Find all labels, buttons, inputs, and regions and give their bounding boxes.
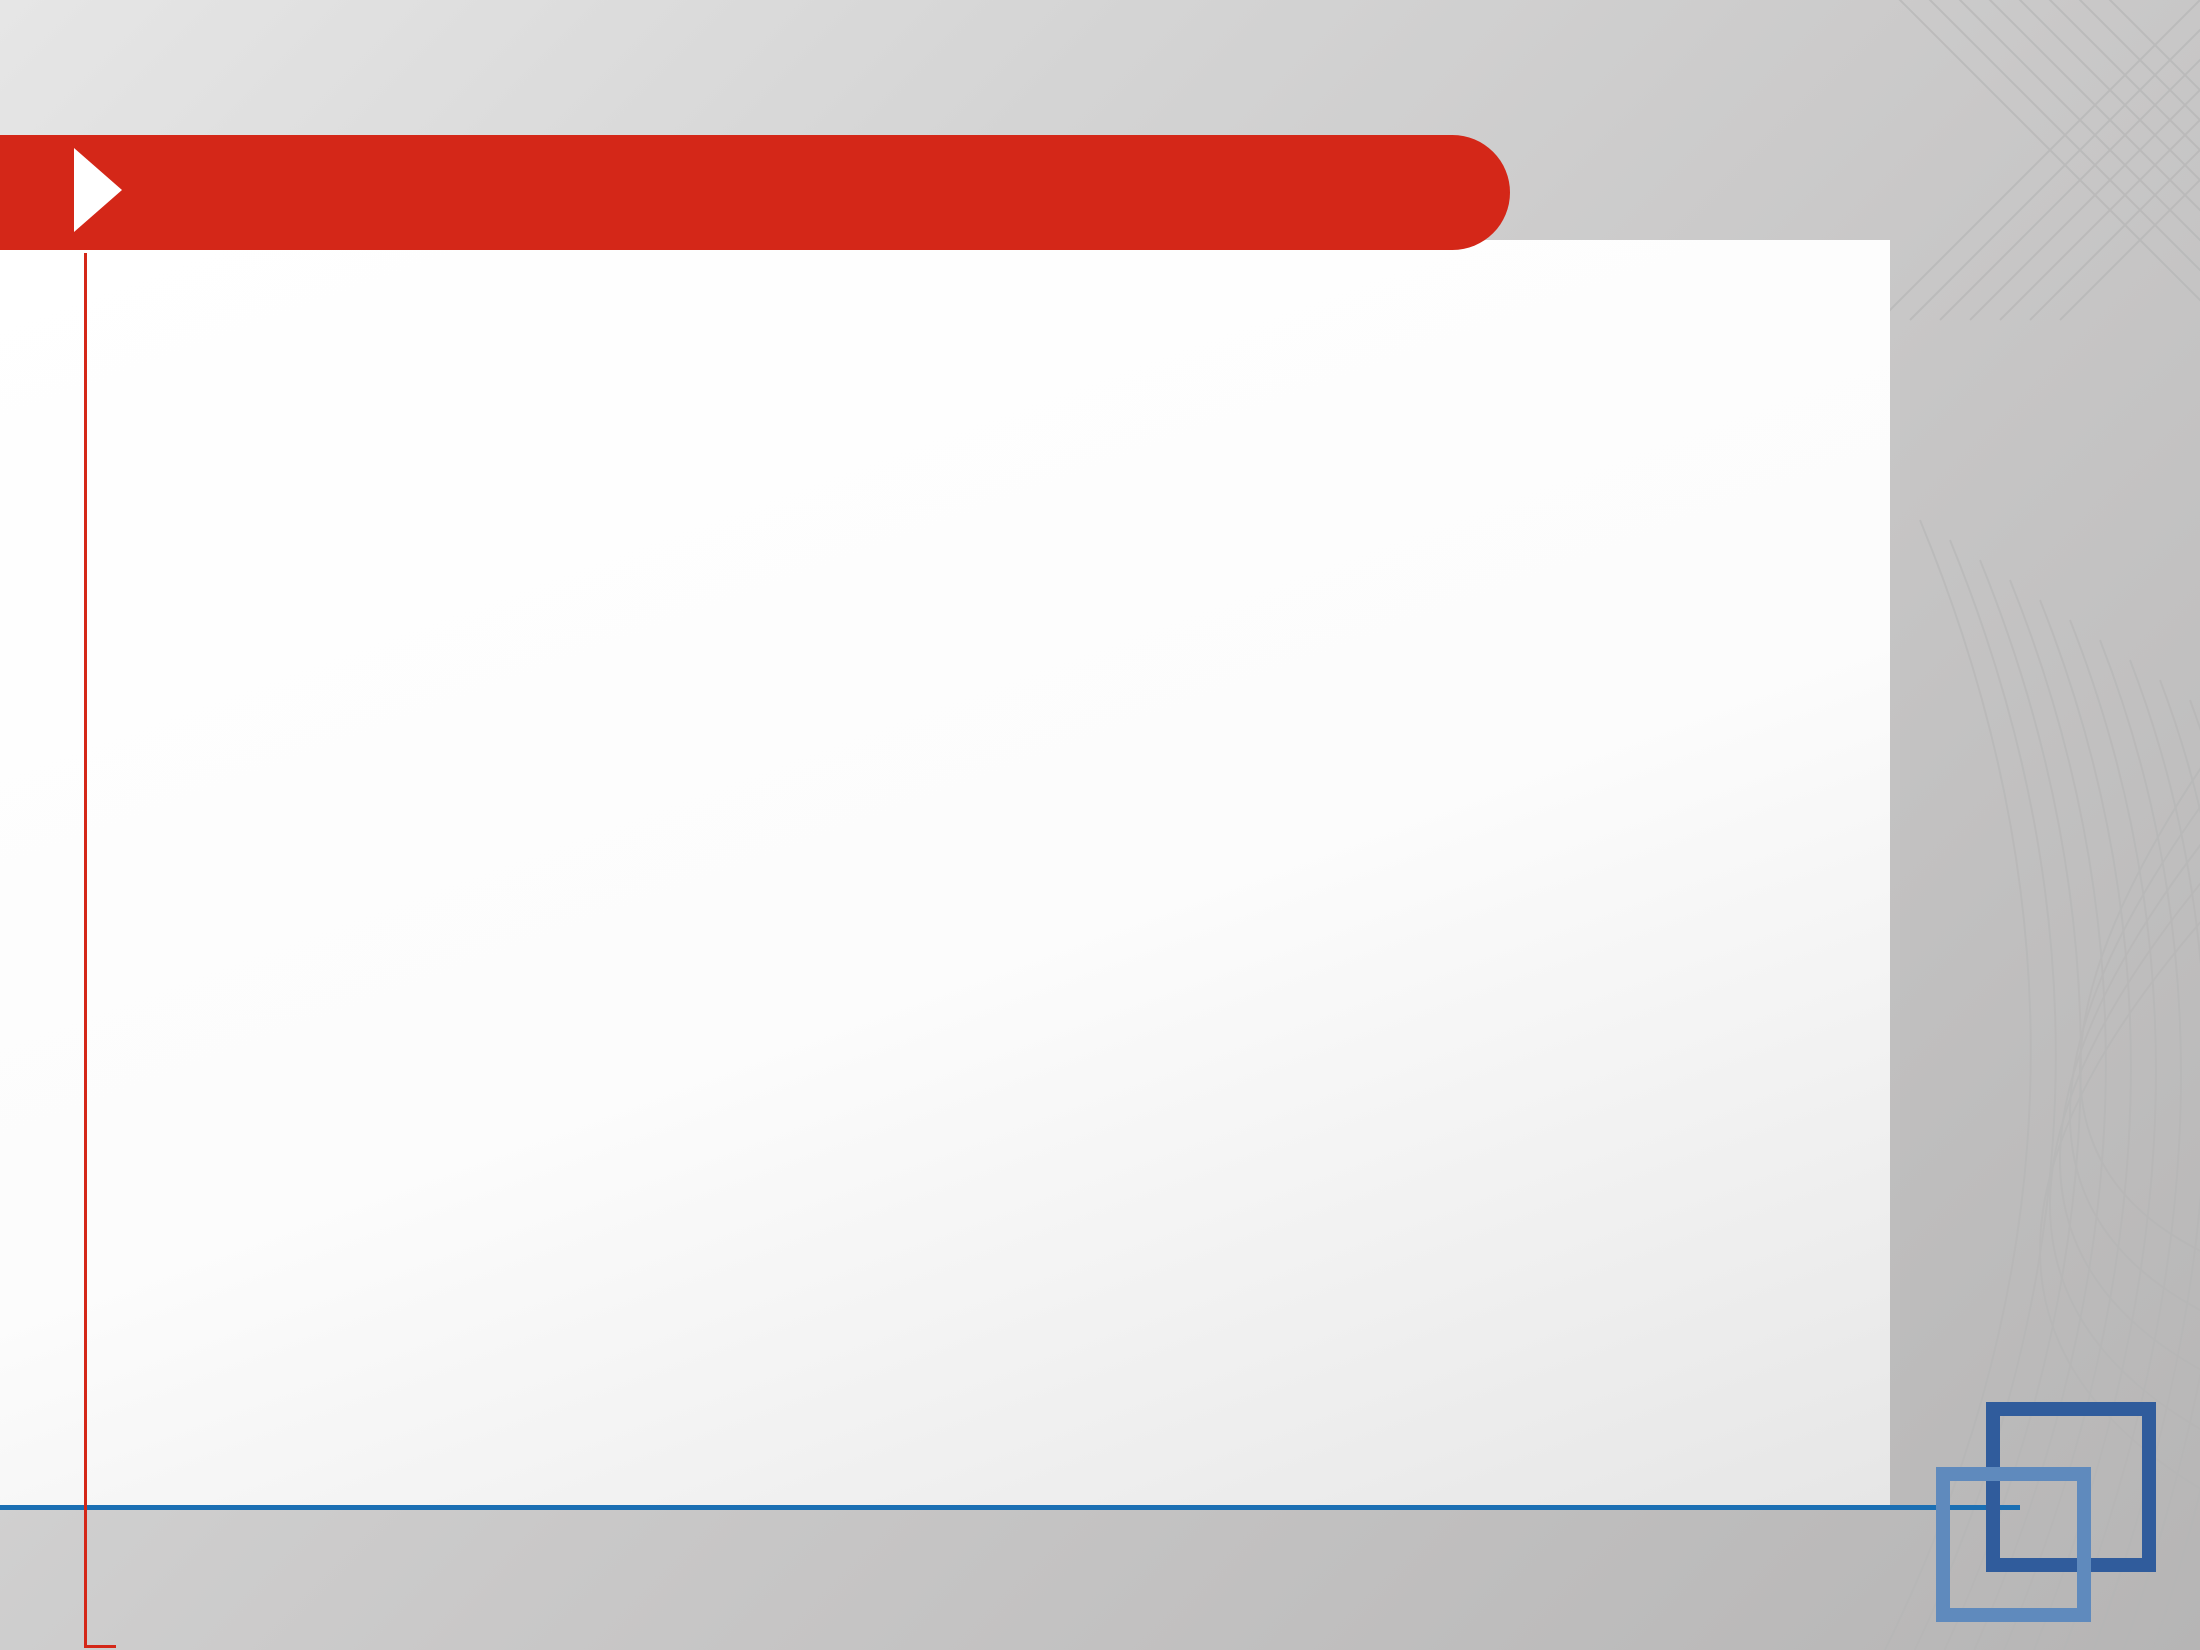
red-vertical-rule-foot bbox=[84, 1645, 116, 1648]
blue-horizontal-rule bbox=[0, 1505, 2020, 1510]
nested-squares-icon bbox=[1936, 1402, 2168, 1634]
slide-canvas bbox=[0, 0, 2200, 1650]
content-area bbox=[0, 240, 1890, 1510]
title-bar bbox=[0, 135, 1510, 250]
red-vertical-rule bbox=[84, 253, 87, 1648]
play-arrow-icon bbox=[74, 148, 122, 232]
